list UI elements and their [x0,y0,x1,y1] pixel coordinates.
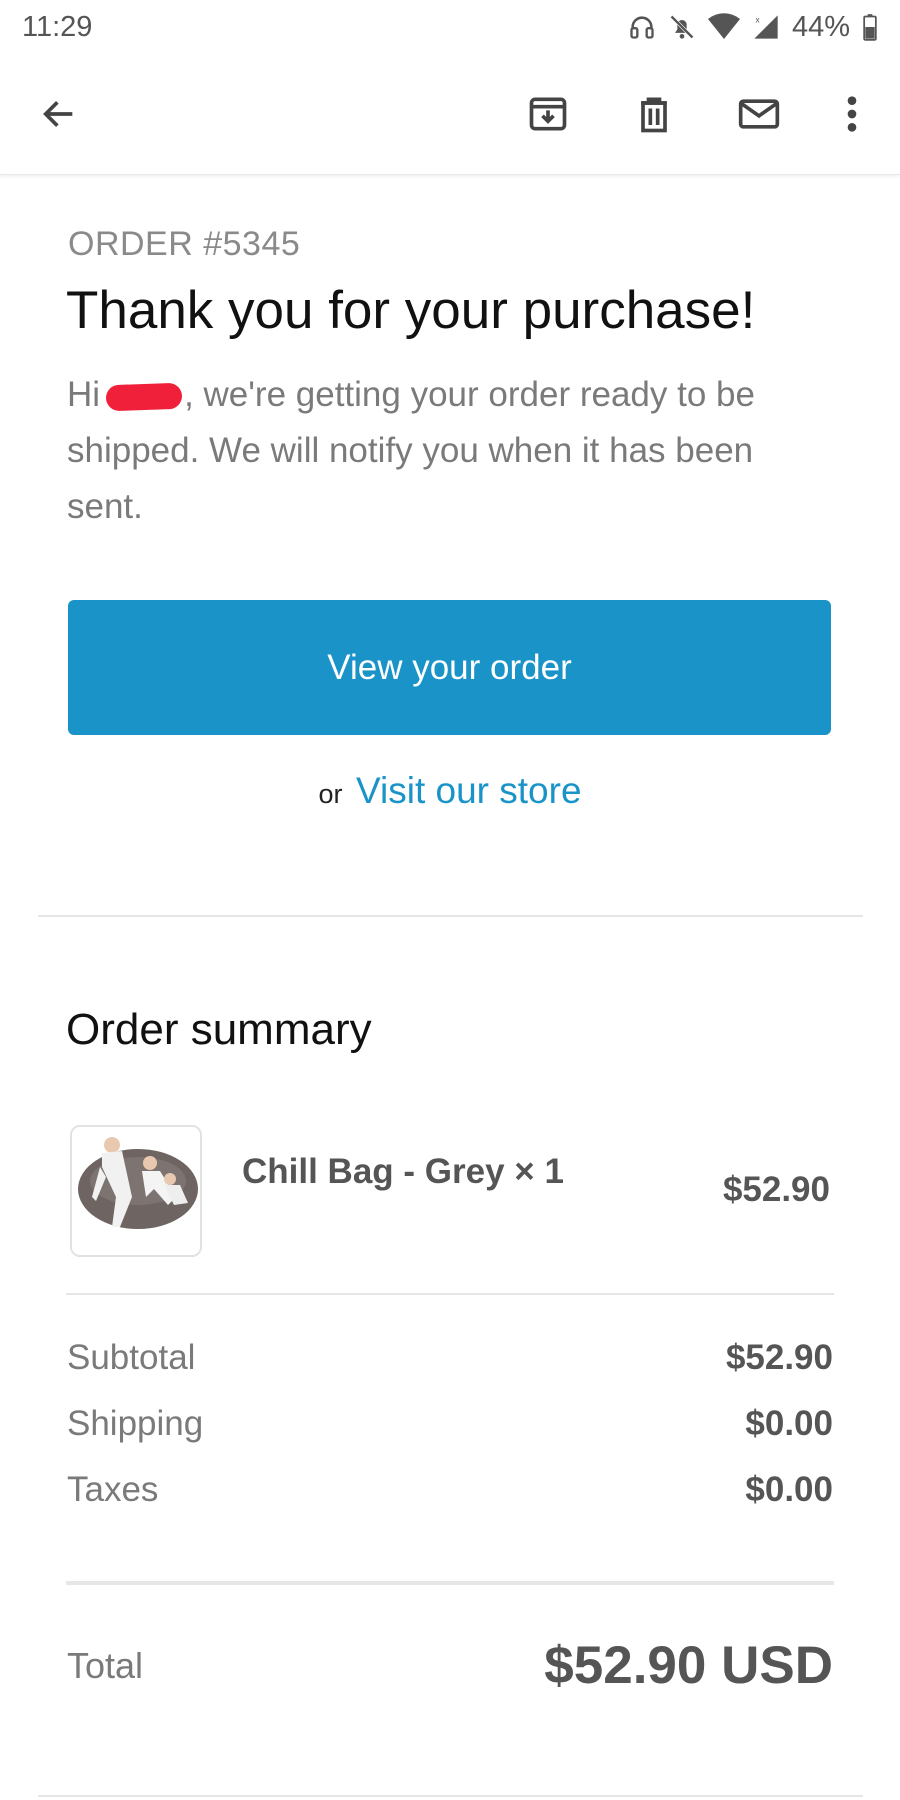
shipping-value: $0.00 [745,1404,833,1443]
more-vert-icon[interactable] [826,88,878,140]
shipping-row: Shipping $0.00 [67,1404,833,1444]
subtotal-value: $52.90 [725,1338,833,1377]
total-label: Total [67,1644,144,1686]
item-name: Chill Bag - Grey × 1 [242,1152,564,1191]
shipping-label: Shipping [67,1404,204,1443]
total-row: Total $52.90 USD [67,1635,833,1696]
status-time: 11:29 [22,10,93,43]
divider [38,1795,863,1797]
divider [38,915,863,917]
or-text: or [318,779,343,809]
signal-icon: x [752,13,780,41]
status-bar: 11:29 x 44% [0,0,900,54]
archive-icon[interactable] [522,88,574,140]
order-number: ORDER #5345 [68,225,301,263]
order-summary-title: Order summary [66,1005,372,1054]
email-screen: 11:29 x 44% ORDER #5345 Thank you for yo… [0,0,900,1800]
divider [66,1581,834,1585]
item-price: $52.90 [722,1170,830,1209]
total-value: $52.90 USD [544,1636,833,1695]
subtotal-row: Subtotal $52.90 [67,1338,833,1378]
app-bar [0,54,900,175]
wifi-icon [707,13,740,41]
greeting-prefix: Hi [67,375,101,414]
taxes-value: $0.00 [745,1470,833,1509]
bell-off-icon [668,13,696,41]
battery-level: 44% [791,10,850,43]
delete-icon[interactable] [628,88,680,140]
product-image [70,1125,202,1257]
taxes-label: Taxes [67,1470,159,1509]
subtotal-label: Subtotal [67,1338,196,1377]
store-link-line: or Visit our store [0,770,900,812]
headphones-icon [628,13,656,41]
visit-store-link[interactable]: Visit our store [356,770,582,811]
svg-text:x: x [755,15,759,24]
view-order-button[interactable]: View your order [68,600,831,735]
intro-text: Hi, we're getting your order ready to be… [67,367,837,535]
redacted-name [105,382,183,412]
divider [66,1293,834,1295]
mark-unread-icon[interactable] [733,88,785,140]
taxes-row: Taxes $0.00 [67,1470,833,1510]
status-icons: x 44% [628,11,878,44]
battery-icon [862,13,878,41]
page-title: Thank you for your purchase! [66,281,756,340]
back-arrow-icon[interactable] [33,88,85,140]
